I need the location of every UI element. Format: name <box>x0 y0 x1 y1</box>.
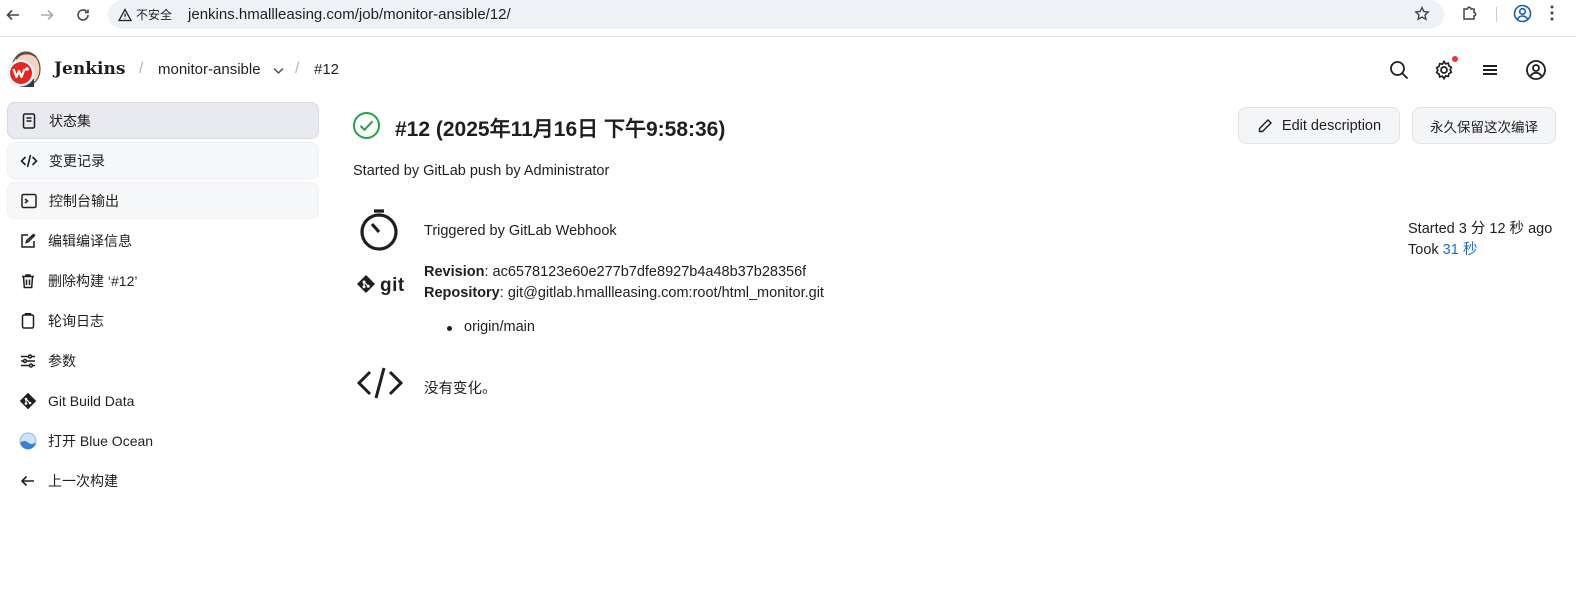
started-ago: Started 3 分 12 秒 ago <box>1408 221 1553 237</box>
search-icon[interactable] <box>1388 59 1410 81</box>
breadcrumb-separator: / <box>295 60 300 77</box>
settings-gear-icon[interactable] <box>1433 59 1455 81</box>
brand-name[interactable]: Jenkins <box>54 59 125 79</box>
user-account-icon[interactable] <box>1525 59 1547 81</box>
arrow-left-icon <box>19 472 37 490</box>
sidebar-item-delete-build[interactable]: 删除构建 ‘#12’ <box>7 262 319 299</box>
git-icon <box>19 392 37 410</box>
trash-icon <box>19 272 37 290</box>
duration-link[interactable]: 31 秒 <box>1443 242 1478 258</box>
sidebar-item-label: 控制台输出 <box>49 192 119 209</box>
profile-avatar-icon[interactable] <box>1513 4 1532 23</box>
security-label[interactable]: 不安全 <box>136 6 172 23</box>
code-changes-icon <box>356 366 404 405</box>
sidebar-item-label: 状态集 <box>49 112 91 129</box>
sidebar-item-parameters[interactable]: 参数 <box>7 342 319 379</box>
sidebar-item-label: 删除构建 ‘#12’ <box>48 272 138 289</box>
sidebar-item-label: 参数 <box>48 352 76 369</box>
code-icon <box>20 152 38 170</box>
sidebar-item-polling-log[interactable]: 轮询日志 <box>7 302 319 339</box>
sidebar-item-label: 上一次构建 <box>48 472 118 489</box>
repository-line: Repository: git@gitlab.hmallleasing.com:… <box>424 285 824 301</box>
jenkins-header: Jenkins / monitor-ansible / #12 <box>0 38 1576 100</box>
warning-triangle-icon[interactable] <box>118 7 132 22</box>
trigger-text: Triggered by GitLab Webhook <box>424 223 617 239</box>
took-label: Took <box>1408 242 1439 258</box>
sidebar-item-changes[interactable]: 变更记录 <box>7 142 319 179</box>
chevron-down-icon[interactable] <box>272 64 285 77</box>
edit-description-label: Edit description <box>1281 117 1382 134</box>
sidebar-item-blue-ocean[interactable]: 打开 Blue Ocean <box>7 422 319 459</box>
sidebar-item-label: Git Build Data <box>48 392 135 409</box>
edit-icon <box>19 232 37 250</box>
keep-forever-button[interactable]: 永久保留这次编译 <box>1412 107 1556 144</box>
clipboard-icon <box>19 312 37 330</box>
started-by-text: Started by GitLab push by Administrator <box>353 163 610 179</box>
git-diamond-icon <box>356 274 376 299</box>
hamburger-menu-icon[interactable] <box>1479 59 1501 81</box>
revision-label: Revision <box>424 264 485 280</box>
terminal-icon <box>20 192 38 210</box>
page-title: #12 (2025年11月16日 下午9:58:36) <box>395 118 726 141</box>
breadcrumb-job[interactable]: monitor-ansible <box>158 61 261 78</box>
pencil-icon <box>1258 118 1272 132</box>
sidebar-item-git-build-data[interactable]: Git Build Data <box>7 382 319 419</box>
notification-dot <box>1452 56 1458 62</box>
revision-value: ac6578123e60e277b7dfe8927b4a48b37b28356f <box>492 264 807 280</box>
sidebar: 状态集 变更记录 控制台输出 编辑编译信息 删除构建 ‘#12’ 轮询日志 参数… <box>7 102 319 502</box>
bookmark-star-icon[interactable] <box>1414 5 1430 22</box>
sidebar-item-label: 打开 Blue Ocean <box>48 432 154 449</box>
breadcrumb-separator: / <box>139 60 144 77</box>
address-bar[interactable]: 不安全 jenkins.hmallleasing.com/job/monitor… <box>108 0 1444 29</box>
browser-toolbar: 不安全 jenkins.hmallleasing.com/job/monitor… <box>0 0 1576 37</box>
forward-arrow-icon[interactable] <box>34 2 60 28</box>
back-arrow-icon[interactable] <box>0 2 26 28</box>
git-logo: git <box>356 274 405 299</box>
url-text[interactable]: jenkins.hmallleasing.com/job/monitor-ans… <box>188 6 511 23</box>
blue-ocean-icon <box>19 432 37 450</box>
sidebar-item-label: 变更记录 <box>49 152 105 169</box>
sidebar-item-label: 轮询日志 <box>48 312 104 329</box>
branch-list: origin/main <box>447 319 535 335</box>
timer-icon <box>357 208 401 257</box>
keep-forever-label: 永久保留这次编译 <box>1430 119 1538 135</box>
document-icon <box>20 112 38 130</box>
changes-text: 没有变化。 <box>424 381 497 397</box>
breadcrumb-build[interactable]: #12 <box>314 61 339 78</box>
duration: Took 31 秒 <box>1408 238 1477 259</box>
list-item: origin/main <box>447 319 535 335</box>
sidebar-item-previous-build[interactable]: 上一次构建 <box>7 462 319 499</box>
sidebar-item-label: 编辑编译信息 <box>48 232 132 249</box>
revision-line: Revision: ac6578123e60e277b7dfe8927b4a48… <box>424 264 807 280</box>
edit-description-button[interactable]: Edit description <box>1238 107 1400 144</box>
sidebar-item-status[interactable]: 状态集 <box>7 102 319 139</box>
reload-icon[interactable] <box>70 2 96 28</box>
success-check-icon <box>352 111 381 140</box>
repository-value: git@gitlab.hmallleasing.com:root/html_mo… <box>507 285 824 301</box>
repository-label: Repository <box>424 285 500 301</box>
toolbar-divider <box>1496 7 1497 22</box>
browser-menu-icon[interactable] <box>1550 5 1554 21</box>
jenkins-logo-icon[interactable] <box>4 49 44 91</box>
sidebar-item-edit-build-info[interactable]: 编辑编译信息 <box>7 222 319 259</box>
git-wordmark: git <box>380 275 405 296</box>
sliders-icon <box>19 352 37 370</box>
extensions-puzzle-icon[interactable] <box>1461 4 1479 22</box>
sidebar-item-console[interactable]: 控制台输出 <box>7 182 319 219</box>
